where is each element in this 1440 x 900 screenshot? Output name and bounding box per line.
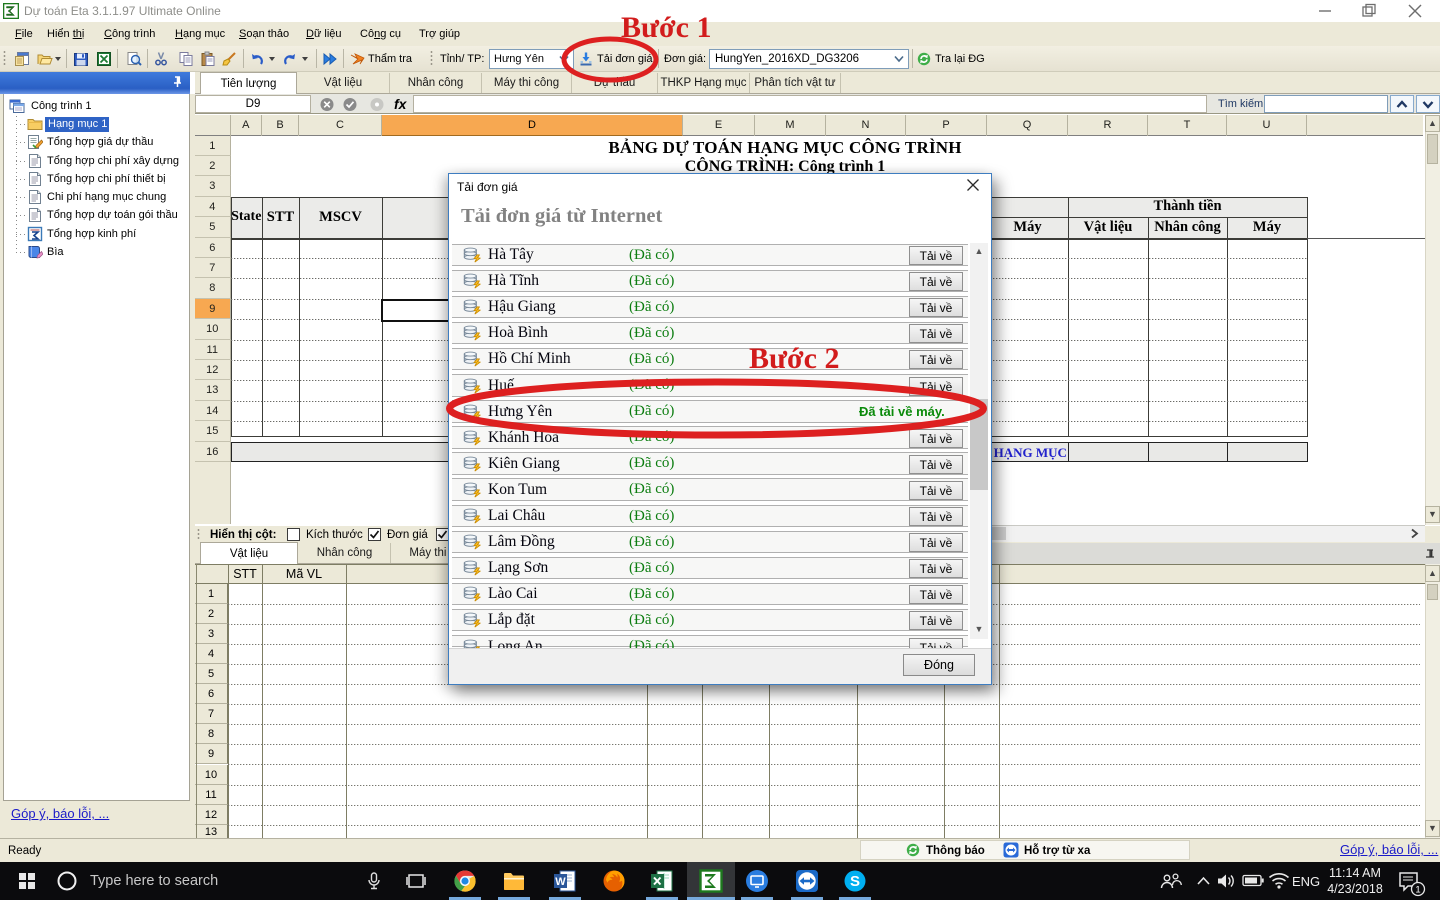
- svg-text:1: 1: [1415, 885, 1420, 896]
- svg-text:W: W: [555, 876, 566, 888]
- svg-text:S: S: [850, 873, 860, 890]
